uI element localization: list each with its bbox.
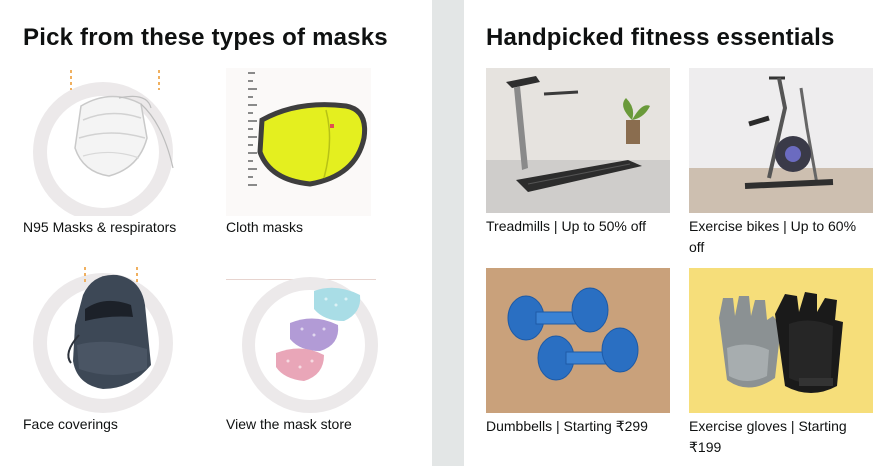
cloth-mask-image bbox=[226, 68, 386, 216]
exercise-bike-image bbox=[689, 68, 873, 213]
mask-store-image bbox=[226, 265, 386, 413]
fitness-card-title: Handpicked fitness essentials bbox=[486, 24, 835, 51]
n95-masks-label: N95 Masks & respirators bbox=[23, 219, 177, 235]
exercise-gloves-image bbox=[689, 268, 873, 413]
cloth-masks-tile[interactable]: Cloth masks bbox=[226, 68, 411, 248]
face-coverings-label: Face coverings bbox=[23, 416, 118, 432]
face-covering-image bbox=[23, 265, 183, 413]
exercise-bikes-label: Exercise bikes | Up to 60% off bbox=[689, 218, 857, 255]
face-coverings-tile[interactable]: Face coverings bbox=[23, 265, 208, 445]
masks-card: Pick from these types of masks N95 Masks… bbox=[0, 0, 432, 466]
treadmill-image bbox=[486, 68, 670, 213]
dumbbells-label: Dumbbells | Starting ₹299 bbox=[486, 418, 648, 434]
n95-masks-tile[interactable]: N95 Masks & respirators bbox=[23, 68, 208, 248]
treadmills-tile[interactable]: Treadmills | Up to 50% off bbox=[486, 68, 670, 258]
fitness-card: Handpicked fitness essentials Treadmills… bbox=[464, 0, 892, 466]
exercise-gloves-tile[interactable]: Exercise gloves | Starting ₹199 bbox=[689, 268, 873, 458]
masks-card-title: Pick from these types of masks bbox=[23, 24, 388, 51]
dumbbells-image bbox=[486, 268, 670, 413]
exercise-gloves-label: Exercise gloves | Starting ₹199 bbox=[689, 418, 847, 455]
mask-store-label: View the mask store bbox=[226, 416, 352, 432]
mask-store-tile[interactable]: View the mask store bbox=[226, 265, 411, 445]
exercise-bikes-tile[interactable]: Exercise bikes | Up to 60% off bbox=[689, 68, 873, 258]
n95-mask-image bbox=[23, 68, 183, 216]
cloth-masks-label: Cloth masks bbox=[226, 219, 304, 235]
treadmills-label: Treadmills | Up to 50% off bbox=[486, 218, 647, 234]
dumbbells-tile[interactable]: Dumbbells | Starting ₹299 bbox=[486, 268, 670, 458]
